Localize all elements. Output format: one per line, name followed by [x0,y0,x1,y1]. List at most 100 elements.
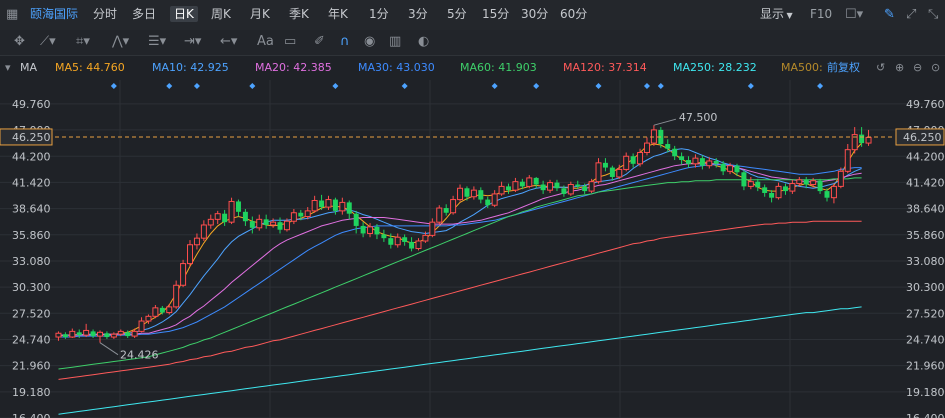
low-annotation: 24.426 [120,349,159,362]
candle-body-down [332,199,338,211]
candle-body-down [561,188,567,194]
y-tick-label-right: 16.400 [906,412,945,418]
candle-body-down [402,237,408,242]
candle-body-up [166,306,173,314]
candle-body-down [609,167,615,177]
candle-body-down [76,332,82,336]
candle-body-up [367,226,374,234]
candle-body-up [706,160,713,167]
candles [55,125,872,343]
candle-body-down [159,307,165,313]
candle-body-up [256,218,263,229]
y-tick-label-left: 19.180 [12,386,51,399]
y-tick-label-left: 35.860 [12,229,51,242]
candle-body-down [686,160,692,164]
candle-body-down [319,200,325,208]
candle-body-up [491,193,498,206]
event-marker-icon [817,83,824,89]
candle-body-up [283,220,290,231]
candle-body-down [575,184,581,187]
candle-body-up [311,200,318,212]
event-marker-icon [747,83,754,89]
candle-body-down [443,208,449,213]
event-marker-icon [166,83,173,89]
y-tick-label-right: 19.180 [906,386,945,399]
candle-body-down [769,192,775,198]
candle-body-down [630,156,636,164]
candle-body-up [97,331,103,337]
candle-body-up [567,184,574,195]
candle-body-up [290,212,297,222]
candle-body-down [125,332,131,337]
candle-body-down [353,213,359,226]
candle-body-up [457,187,464,201]
event-marker-icon [595,83,602,89]
y-tick-label-left: 30.300 [12,281,51,294]
candle-body-up [512,181,519,191]
candle-body-down [582,186,588,192]
candle-body-up [131,330,138,337]
candle-body-up [727,165,734,172]
current-price-label-right: 46.250 [903,131,942,144]
candle-body-up [623,155,630,170]
candle-body-down [679,156,685,161]
candle-body-down [464,188,470,197]
event-marker-icon [533,83,540,89]
candle-body-up [547,182,554,191]
candle-body-up [775,185,782,199]
candle-body-up [643,142,650,153]
y-tick-label-left: 49.760 [12,98,51,111]
candle-body-up [394,236,401,246]
candle-body-down [699,158,705,166]
event-marker-icon [193,83,200,89]
y-tick-label-right: 41.420 [906,176,945,189]
candle-body-up [470,189,477,198]
candle-body-down [519,181,525,187]
candle-body-down [242,211,248,222]
high-annotation-leader [653,118,677,126]
event-marker-icon [657,83,664,89]
candle-body-down [734,165,740,173]
candle-body-up [595,162,602,183]
current-price-line: 46.250 46.250 [0,128,945,146]
candle-body-up [110,333,117,338]
candle-body-up [526,177,533,187]
y-tick-label-left: 38.640 [12,203,51,216]
candle-body-down [540,184,546,191]
candle-body-up [180,263,187,286]
candlestick-chart[interactable]: 49.76049.76047.00047.00044.20044.20041.4… [0,0,945,418]
high-annotation: 47.500 [679,111,718,124]
candle-body-down [554,182,560,189]
moving-average-lines [58,142,862,415]
event-marker-icon [491,83,498,89]
candle-body-up [796,179,803,185]
y-tick-label-right: 49.760 [906,98,945,111]
candle-body-up [436,207,443,223]
candle-body-down [720,163,726,172]
low-annotation-leader [99,342,119,356]
candle-body-down [381,234,387,239]
candle-body-down [485,199,491,206]
candle-body-down [824,191,830,198]
candle-body-down [506,186,511,191]
candle-body-down [360,225,366,234]
candle-body-up [117,330,124,335]
event-marker-icon [332,83,339,89]
candle-body-down [602,162,608,168]
candle-body-down [665,144,671,149]
candle-body-up [83,329,90,336]
candle-body-up [588,181,595,192]
candle-body-up [193,237,200,246]
candle-body-down [713,160,719,164]
candle-body-up [214,213,221,220]
candle-body-down [741,172,747,187]
candle-body-up [138,320,145,332]
event-marker-icon [110,83,117,89]
candle-body-down [263,219,269,225]
candle-body-up [429,221,436,236]
event-marker-icon [643,83,650,89]
candle-body-up [498,185,505,195]
candle-body-up [422,234,429,242]
y-tick-label-left: 27.520 [12,307,51,320]
candle-body-down [346,202,352,214]
